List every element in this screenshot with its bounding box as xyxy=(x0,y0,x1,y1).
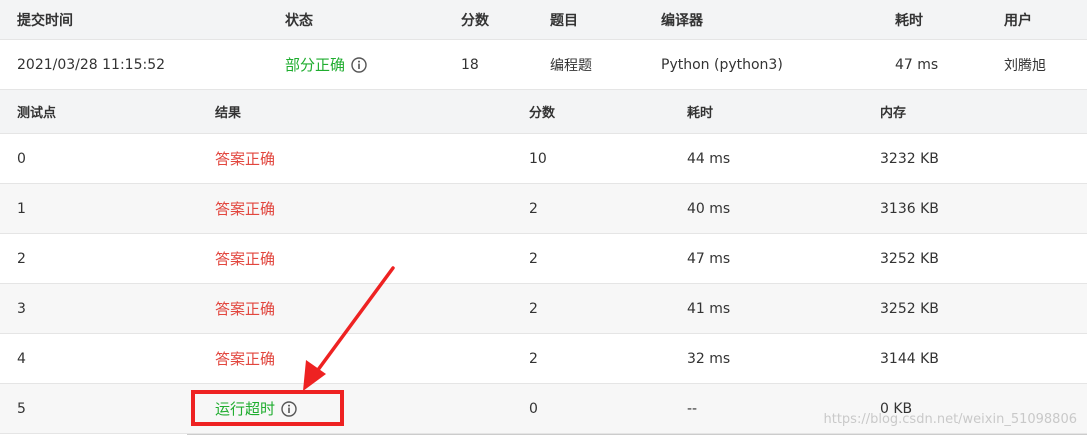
case-result: 答案正确 xyxy=(215,200,276,218)
info-circle-icon[interactable] xyxy=(281,400,297,417)
case-result[interactable]: 运行超时 xyxy=(215,398,275,419)
case-time: 41 ms xyxy=(687,300,731,317)
header-status: 状态 xyxy=(285,12,313,29)
info-circle-icon[interactable] xyxy=(351,56,367,73)
case-id: 2 xyxy=(17,250,26,267)
case-time: 32 ms xyxy=(687,350,731,367)
case-result-cell[interactable]: 运行超时 xyxy=(215,384,297,433)
summary-header-row: 提交时间 状态 分数 题目 编译器 耗时 用户 xyxy=(0,0,1087,40)
case-id: 1 xyxy=(17,200,26,217)
header-problem: 题目 xyxy=(550,12,578,29)
case-score: 0 xyxy=(529,400,538,417)
header-memory: 内存 xyxy=(880,106,907,121)
case-memory: 3232 KB xyxy=(880,150,939,167)
header-detail-time: 耗时 xyxy=(687,106,714,121)
status-text[interactable]: 部分正确 xyxy=(285,54,345,75)
header-compiler: 编译器 xyxy=(661,12,703,29)
case-score: 2 xyxy=(529,200,538,217)
case-id: 4 xyxy=(17,350,26,367)
case-result: 答案正确 xyxy=(215,350,276,368)
case-result: 答案正确 xyxy=(215,300,276,318)
detail-header-row: 测试点 结果 分数 耗时 内存 xyxy=(0,90,1087,134)
score: 18 xyxy=(461,56,479,73)
header-detail-score: 分数 xyxy=(529,106,556,121)
table-row: 1 答案正确 2 40 ms 3136 KB xyxy=(0,184,1087,234)
status-cell[interactable]: 部分正确 xyxy=(285,40,367,89)
case-result: 答案正确 xyxy=(215,250,276,268)
problem[interactable]: 编程题 xyxy=(550,40,592,89)
case-time: -- xyxy=(687,400,698,417)
case-memory: 3252 KB xyxy=(880,300,939,317)
table-row: 2 答案正确 2 47 ms 3252 KB xyxy=(0,234,1087,284)
case-memory: 3136 KB xyxy=(880,200,939,217)
case-score: 2 xyxy=(529,300,538,317)
table-row: 0 答案正确 10 44 ms 3232 KB xyxy=(0,134,1087,184)
time-cost: 47 ms xyxy=(895,56,939,73)
case-time: 44 ms xyxy=(687,150,731,167)
header-result: 结果 xyxy=(215,106,242,121)
header-user: 用户 xyxy=(1004,12,1032,29)
case-memory: 3252 KB xyxy=(880,250,939,267)
case-result: 答案正确 xyxy=(215,150,276,168)
header-case: 测试点 xyxy=(17,106,57,121)
case-id: 0 xyxy=(17,150,26,167)
table-row: 3 答案正确 2 41 ms 3252 KB xyxy=(0,284,1087,334)
compiler: Python (python3) xyxy=(661,56,783,73)
case-time: 40 ms xyxy=(687,200,731,217)
user[interactable]: 刘腾旭 xyxy=(1004,40,1046,89)
summary-row: 2021/03/28 11:15:52 部分正确 18 编程题 Python (… xyxy=(0,40,1087,90)
case-id: 3 xyxy=(17,300,26,317)
case-score: 2 xyxy=(529,250,538,267)
case-score: 10 xyxy=(529,150,547,167)
header-score: 分数 xyxy=(461,12,489,29)
case-id: 5 xyxy=(17,400,26,417)
case-score: 2 xyxy=(529,350,538,367)
case-time: 47 ms xyxy=(687,250,731,267)
submit-time: 2021/03/28 11:15:52 xyxy=(17,56,166,73)
table-bottom-border xyxy=(187,434,1087,435)
case-memory: 3144 KB xyxy=(880,350,939,367)
watermark: https://blog.csdn.net/weixin_51098806 xyxy=(823,412,1077,427)
header-time-cost: 耗时 xyxy=(895,12,923,29)
header-submit-time: 提交时间 xyxy=(17,12,73,29)
table-row: 4 答案正确 2 32 ms 3144 KB xyxy=(0,334,1087,384)
